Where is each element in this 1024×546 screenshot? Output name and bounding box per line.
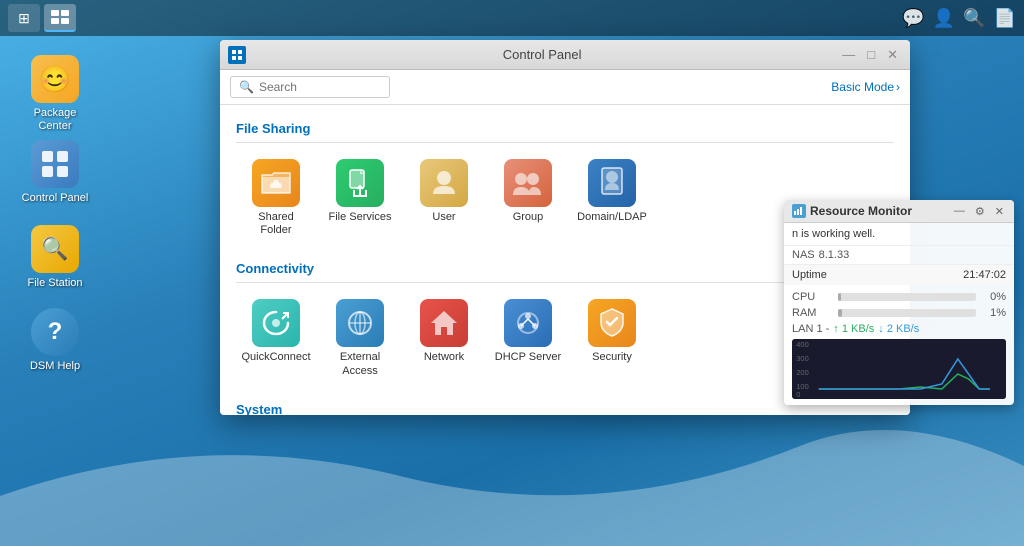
desktop-icon-dsm-help-label: DSM Help	[30, 360, 80, 373]
group-label: Group	[513, 211, 544, 224]
security-icon	[588, 299, 636, 347]
search-input[interactable]	[259, 80, 379, 94]
menu-icon[interactable]: 📄	[994, 8, 1016, 29]
desktop-icon-package-center[interactable]: 😊 Package Center	[20, 55, 90, 133]
apps-grid-button[interactable]: ⊞	[8, 4, 40, 32]
ram-bar	[838, 309, 842, 317]
external-access-icon	[336, 299, 384, 347]
network-icon	[420, 299, 468, 347]
file-services-icon	[336, 159, 384, 207]
close-btn[interactable]: ✕	[883, 47, 902, 63]
lan-up-value: ↑ 1 KB/s	[833, 323, 874, 335]
lan-down-value: ↓ 2 KB/s	[878, 323, 919, 335]
minimize-btn[interactable]: —	[838, 47, 859, 63]
cp-icon-shared-folder[interactable]: SharedFolder	[236, 151, 316, 245]
user-icon	[420, 159, 468, 207]
group-icon	[504, 159, 552, 207]
chat-icon[interactable]: 💬	[902, 8, 924, 29]
shared-folder-label: SharedFolder	[258, 211, 293, 237]
external-access-label: External Access	[324, 351, 396, 377]
widget-settings-btn[interactable]: ⚙	[973, 205, 987, 218]
cpu-row: CPU 0%	[792, 291, 1006, 303]
cpu-bar	[838, 293, 841, 301]
cp-icon-user[interactable]: User	[404, 151, 484, 245]
desktop-icon-file-station[interactable]: 🔍 File Station	[20, 225, 90, 290]
dhcp-server-label: DHCP Server	[495, 351, 561, 364]
resource-widget-header: Resource Monitor — ⚙ ✕	[784, 200, 1014, 223]
ram-bar-container	[838, 309, 976, 317]
desktop-icon-dsm-help[interactable]: ? DSM Help	[20, 308, 90, 373]
svg-text:200: 200	[796, 368, 808, 377]
network-chart: 400 300 200 100 0	[792, 339, 1006, 399]
cp-icon-file-services[interactable]: File Services	[320, 151, 400, 245]
maximize-btn[interactable]: □	[863, 47, 879, 63]
cp-icon-quickconnect[interactable]: QuickConnect	[236, 291, 316, 385]
search-icon[interactable]: 🔍	[963, 8, 985, 29]
shared-folder-icon	[252, 159, 300, 207]
resource-widget: Resource Monitor — ⚙ ✕ n is working well…	[784, 200, 1014, 405]
desktop-icon-control-panel-label: Control Panel	[22, 192, 89, 205]
quickconnect-label: QuickConnect	[241, 351, 310, 364]
resource-monitor-body: CPU 0% RAM 1% LAN 1 - ↑ 1 KB/s ↓ 2 KB/s …	[784, 285, 1014, 405]
domain-ldap-icon	[588, 159, 636, 207]
cp-icon-domain-ldap[interactable]: Domain/LDAP	[572, 151, 652, 245]
cp-titlebar: Control Panel — □ ✕	[220, 40, 910, 70]
svg-text:400: 400	[796, 340, 808, 349]
chevron-right-icon: ›	[896, 80, 900, 94]
taskbar-left: ⊞	[8, 4, 76, 32]
desktop-icon-file-station-label: File Station	[27, 277, 82, 290]
network-label: Network	[424, 351, 464, 364]
lan-row: LAN 1 - ↑ 1 KB/s ↓ 2 KB/s	[792, 323, 1006, 335]
resource-widget-icon	[792, 204, 806, 218]
widget-close-btn[interactable]: ✕	[993, 205, 1006, 218]
control-panel-taskbar-button[interactable]	[44, 4, 76, 32]
cp-window-title: Control Panel	[246, 47, 838, 62]
section-file-sharing: File Sharing	[236, 113, 894, 143]
dhcp-server-icon	[504, 299, 552, 347]
taskbar-right: 💬 👤 🔍 📄	[902, 8, 1016, 29]
cp-icon-external-access[interactable]: External Access	[320, 291, 400, 385]
svg-text:300: 300	[796, 354, 808, 363]
domain-ldap-label: Domain/LDAP	[577, 211, 647, 224]
widget-controls: — ⚙ ✕	[952, 205, 1006, 218]
widget-minimize-btn[interactable]: —	[952, 205, 967, 218]
search-box[interactable]: 🔍	[230, 76, 390, 98]
widget-status: n is working well.	[784, 223, 1014, 246]
cpu-bar-container	[838, 293, 976, 301]
svg-text:0: 0	[796, 390, 800, 399]
window-controls: — □ ✕	[838, 47, 902, 63]
basic-mode-link[interactable]: Basic Mode ›	[831, 80, 900, 94]
cp-icon-network[interactable]: Network	[404, 291, 484, 385]
cp-icon-dhcp-server[interactable]: DHCP Server	[488, 291, 568, 385]
search-icon: 🔍	[239, 80, 254, 94]
security-label: Security	[592, 351, 632, 364]
cp-logo	[228, 46, 246, 64]
resource-widget-title: Resource Monitor	[810, 204, 912, 218]
widget-uptime: Uptime 21:47:02	[784, 264, 1014, 285]
quickconnect-icon	[252, 299, 300, 347]
cp-icon-security[interactable]: Security	[572, 291, 652, 385]
widget-nas-info: NAS 8.1.33	[784, 246, 1014, 264]
user-icon[interactable]: 👤	[933, 8, 955, 29]
desktop-icon-package-center-label: Package Center	[20, 107, 90, 133]
ram-row: RAM 1%	[792, 307, 1006, 319]
user-label: User	[432, 211, 455, 224]
desktop-icon-control-panel[interactable]: Control Panel	[20, 140, 90, 205]
cp-toolbar: 🔍 Basic Mode ›	[220, 70, 910, 105]
taskbar: ⊞ 💬 👤 🔍 📄	[0, 0, 1024, 36]
cp-icon-group[interactable]: Group	[488, 151, 568, 245]
file-services-label: File Services	[329, 211, 392, 224]
